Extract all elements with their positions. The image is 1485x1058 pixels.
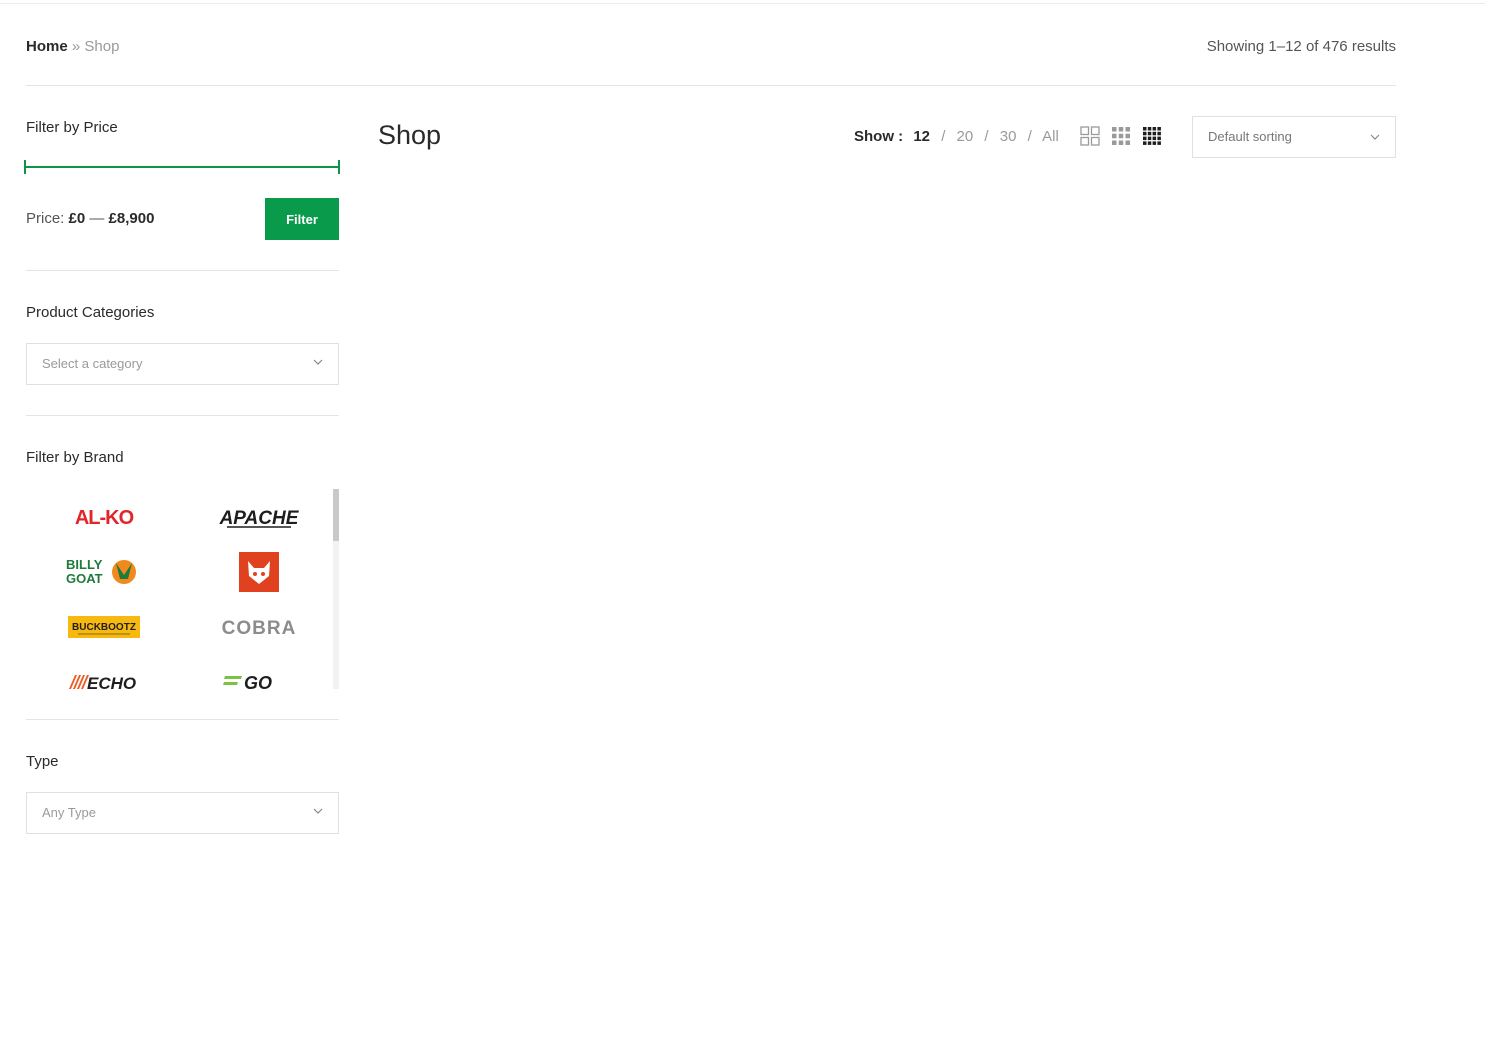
per-page-selector: Show : 12 / 20 / 30 / All bbox=[854, 128, 1059, 145]
bobcat-logo bbox=[238, 551, 279, 592]
category-select[interactable]: Select a category bbox=[26, 343, 339, 385]
type-select-placeholder: Any Type bbox=[42, 805, 96, 820]
breadcrumb-current: Shop bbox=[84, 38, 120, 55]
results-count: Showing 1–12 of 476 results bbox=[1206, 38, 1396, 55]
sorting-select[interactable]: Default sorting bbox=[1192, 116, 1396, 158]
brand-logo-cobra[interactable]: COBRA bbox=[181, 599, 336, 654]
svg-text:GO: GO bbox=[244, 673, 272, 690]
billy-goat-logo: BILLY GOAT bbox=[66, 557, 136, 586]
brand-logo-bobcat[interactable] bbox=[181, 544, 336, 599]
brand-logo-alko[interactable]: AL-KO bbox=[26, 489, 181, 544]
per-page-option-20[interactable]: 20 bbox=[957, 128, 974, 145]
sidebar-divider bbox=[26, 415, 339, 416]
page-title: Shop bbox=[378, 120, 442, 150]
price-label: Price: bbox=[26, 210, 65, 227]
header-divider bbox=[26, 85, 1396, 86]
brand-logo-buckbootz[interactable]: BUCKBOOTZ bbox=[26, 599, 181, 654]
filter-button[interactable]: Filter bbox=[265, 198, 339, 240]
grid-4-columns-icon[interactable] bbox=[1142, 126, 1162, 146]
price-max: £8,900 bbox=[108, 210, 155, 227]
price-slider-track[interactable] bbox=[26, 166, 339, 168]
chevron-down-icon bbox=[313, 808, 323, 814]
price-dash: — bbox=[89, 210, 105, 227]
svg-text:AL-KO: AL-KO bbox=[74, 507, 133, 529]
category-select-placeholder: Select a category bbox=[42, 356, 143, 371]
brand-filter-title: Filter by Brand bbox=[26, 449, 124, 466]
chevron-down-icon bbox=[1370, 134, 1380, 140]
per-page-option-12[interactable]: 12 bbox=[913, 128, 930, 145]
buckbootz-logo: BUCKBOOTZ bbox=[67, 615, 140, 638]
cobra-logo: COBRA bbox=[221, 618, 296, 638]
price-slider-min-handle[interactable] bbox=[24, 160, 26, 174]
price-filter-title: Filter by Price bbox=[26, 119, 118, 136]
price-range-text: Price: £0 — £8,900 bbox=[26, 210, 154, 227]
brand-logo-ego[interactable]: GO bbox=[181, 654, 336, 689]
grid-3-columns-icon[interactable] bbox=[1111, 126, 1131, 146]
brand-logo-billy-goat[interactable]: BILLY GOAT bbox=[26, 544, 181, 599]
slash-separator: / bbox=[1027, 128, 1032, 145]
ego-logo: GO bbox=[222, 673, 272, 690]
breadcrumb: Home » Shop bbox=[26, 38, 119, 55]
price-slider-max-handle[interactable] bbox=[338, 160, 340, 174]
slash-separator: / bbox=[941, 128, 946, 145]
breadcrumb-separator: » bbox=[71, 38, 81, 55]
apache-logo: APACHE bbox=[219, 508, 299, 529]
sidebar-divider bbox=[26, 270, 339, 271]
type-title: Type bbox=[26, 753, 59, 770]
svg-text:APACHE: APACHE bbox=[219, 508, 299, 529]
svg-text:BUCKBOOTZ: BUCKBOOTZ bbox=[72, 622, 136, 633]
type-select[interactable]: Any Type bbox=[26, 792, 339, 834]
price-min: £0 bbox=[68, 210, 86, 227]
svg-text:COBRA: COBRA bbox=[221, 618, 296, 638]
svg-text:GOAT: GOAT bbox=[66, 571, 103, 586]
breadcrumb-home-link[interactable]: Home bbox=[26, 38, 68, 55]
brand-scrollbar-thumb[interactable] bbox=[333, 489, 339, 541]
svg-text:ECHO: ECHO bbox=[87, 674, 136, 690]
brand-logo-apache[interactable]: APACHE bbox=[181, 489, 336, 544]
echo-logo: ECHO bbox=[68, 674, 136, 690]
brand-logo-grid: AL-KO APACHE BILLY GOAT BUCKBOOTZ COBRA … bbox=[26, 489, 336, 690]
chevron-down-icon bbox=[313, 359, 323, 365]
per-page-option-all[interactable]: All bbox=[1042, 128, 1059, 145]
categories-title: Product Categories bbox=[26, 304, 155, 321]
alko-logo: AL-KO bbox=[74, 507, 134, 529]
sorting-select-value: Default sorting bbox=[1208, 129, 1292, 144]
sidebar-divider bbox=[26, 719, 339, 720]
brand-logo-echo[interactable]: ECHO bbox=[26, 654, 181, 689]
slash-separator: / bbox=[984, 128, 989, 145]
svg-text:BILLY: BILLY bbox=[66, 557, 103, 572]
per-page-option-30[interactable]: 30 bbox=[1000, 128, 1017, 145]
top-border bbox=[0, 0, 1485, 4]
show-label: Show : bbox=[854, 128, 904, 145]
grid-2-columns-icon[interactable] bbox=[1080, 126, 1100, 146]
